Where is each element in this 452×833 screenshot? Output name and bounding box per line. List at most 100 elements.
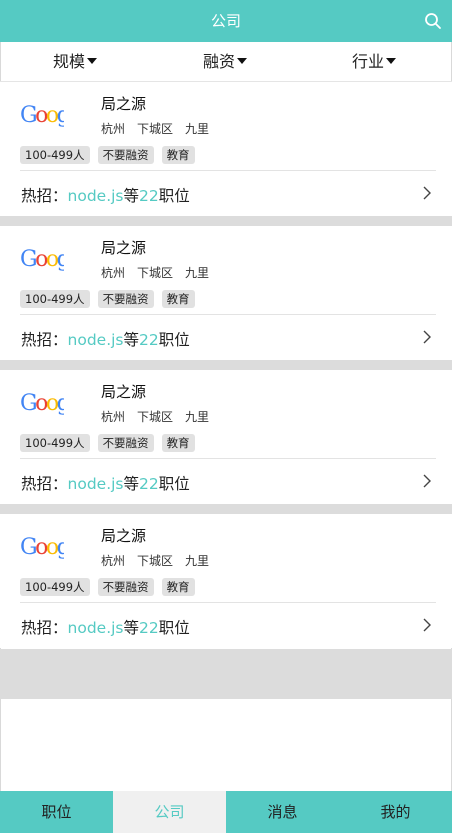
tag-funding: 不要融资 xyxy=(97,578,154,596)
bottom-tab-bar: 职位 公司 消息 我的 xyxy=(0,791,452,833)
tag-size: 100-499人 xyxy=(20,146,90,164)
filter-bar: 规模 融资 行业 xyxy=(0,42,452,82)
hot-prefix: 热招： xyxy=(21,475,68,493)
tab-jobs[interactable]: 职位 xyxy=(0,791,113,833)
company-location: 杭州 下城区 九里 xyxy=(101,408,221,425)
card-separator xyxy=(0,504,452,514)
company-card[interactable]: Google 局之源 杭州下城区九里 100-499人不要融资教育 热招：nod… xyxy=(0,514,452,648)
caret-down-icon xyxy=(87,57,98,64)
company-location: 杭州 下城区 九里 xyxy=(101,264,221,281)
company-tags: 100-499人 不要融资 教育 xyxy=(20,432,203,452)
location-city: 杭州 xyxy=(101,410,126,424)
company-card[interactable]: Google 局之源 杭州下城区九里 100-499人不要融资教育 热招：nod… xyxy=(0,226,452,360)
location-city: 杭州 xyxy=(101,266,126,280)
chevron-right-icon[interactable] xyxy=(422,474,432,488)
hot-suffix: 职位 xyxy=(158,619,190,637)
company-location: 杭州 下城区 九里 xyxy=(101,120,221,137)
hot-skill: node.js xyxy=(67,619,124,637)
filter-industry-label: 行业 xyxy=(352,52,385,71)
search-icon[interactable] xyxy=(424,12,442,30)
card-separator xyxy=(0,360,452,370)
chevron-right-icon[interactable] xyxy=(422,186,432,200)
tab-companies[interactable]: 公司 xyxy=(113,791,226,833)
tag-size: 100-499人 xyxy=(20,578,90,596)
hot-count: 22 xyxy=(139,331,159,349)
tag-size: 100-499人 xyxy=(20,290,90,308)
caret-down-icon xyxy=(237,57,248,64)
svg-text:Google: Google xyxy=(20,391,64,416)
hot-skill: node.js xyxy=(67,331,124,349)
hot-mid: 等 xyxy=(123,619,140,637)
hot-jobs: 热招：node.js等22职位 xyxy=(21,184,190,206)
card-divider xyxy=(20,602,436,603)
hot-mid: 等 xyxy=(123,331,140,349)
company-name: 局之源 xyxy=(101,527,147,545)
hot-jobs: 热招：node.js等22职位 xyxy=(21,328,190,350)
google-logo: Google xyxy=(20,103,64,128)
tag-industry: 教育 xyxy=(161,434,195,452)
location-city: 杭州 xyxy=(101,122,126,136)
hot-jobs: 热招：node.js等22职位 xyxy=(21,472,190,494)
hot-count: 22 xyxy=(139,475,159,493)
company-name: 局之源 xyxy=(101,239,147,257)
google-logo: Google xyxy=(20,247,64,272)
card-divider xyxy=(20,314,436,315)
location-city: 杭州 xyxy=(101,554,126,568)
location-district: 下城区 xyxy=(137,266,174,280)
tag-industry: 教育 xyxy=(161,290,195,308)
company-list: Google 局之源 杭州下城区九里 100-499人不要融资教育 热招：nod… xyxy=(0,82,452,648)
hot-count: 22 xyxy=(139,619,159,637)
svg-text:Google: Google xyxy=(20,535,64,560)
location-area: 九里 xyxy=(185,554,210,568)
hot-suffix: 职位 xyxy=(158,187,190,205)
card-divider xyxy=(20,170,436,171)
location-area: 九里 xyxy=(185,266,210,280)
list-footer-filler xyxy=(0,649,452,699)
chevron-right-icon[interactable] xyxy=(422,618,432,632)
hot-jobs: 热招：node.js等22职位 xyxy=(21,616,190,638)
hot-prefix: 热招： xyxy=(21,331,68,349)
svg-text:Google: Google xyxy=(20,103,64,128)
filter-funding[interactable]: 融资 xyxy=(203,42,248,82)
hot-prefix: 热招： xyxy=(21,187,68,205)
hot-mid: 等 xyxy=(123,187,140,205)
card-divider xyxy=(20,458,436,459)
company-card[interactable]: Google 局之源 杭州下城区九里 100-499人不要融资教育 热招：nod… xyxy=(0,370,452,504)
caret-down-icon xyxy=(386,57,397,64)
company-name: 局之源 xyxy=(101,95,147,113)
hot-skill: node.js xyxy=(67,187,124,205)
location-district: 下城区 xyxy=(137,554,174,568)
hot-suffix: 职位 xyxy=(158,331,190,349)
page-title: 公司 xyxy=(210,12,241,30)
tag-industry: 教育 xyxy=(161,578,195,596)
svg-text:Google: Google xyxy=(20,247,64,272)
google-logo: Google xyxy=(20,535,64,560)
tag-size: 100-499人 xyxy=(20,434,90,452)
filter-funding-label: 融资 xyxy=(203,52,236,71)
tag-funding: 不要融资 xyxy=(97,290,154,308)
hot-suffix: 职位 xyxy=(158,475,190,493)
company-name: 局之源 xyxy=(101,383,147,401)
tag-funding: 不要融资 xyxy=(97,146,154,164)
filter-industry[interactable]: 行业 xyxy=(352,42,397,82)
company-location: 杭州 下城区 九里 xyxy=(101,552,221,569)
tag-funding: 不要融资 xyxy=(97,434,154,452)
filter-scale[interactable]: 规模 xyxy=(53,42,98,82)
company-card[interactable]: Google 局之源 杭州下城区九里 100-499人不要融资教育 热招：nod… xyxy=(0,82,452,216)
hot-mid: 等 xyxy=(123,475,140,493)
filter-scale-label: 规模 xyxy=(53,52,86,71)
location-district: 下城区 xyxy=(137,410,174,424)
company-tags: 100-499人 不要融资 教育 xyxy=(20,144,203,164)
card-separator xyxy=(0,216,452,226)
tag-industry: 教育 xyxy=(161,146,195,164)
hot-count: 22 xyxy=(139,187,159,205)
location-district: 下城区 xyxy=(137,122,174,136)
google-logo: Google xyxy=(20,391,64,416)
company-tags: 100-499人 不要融资 教育 xyxy=(20,576,203,596)
company-tags: 100-499人 不要融资 教育 xyxy=(20,288,203,308)
tab-me[interactable]: 我的 xyxy=(339,791,452,833)
tab-messages[interactable]: 消息 xyxy=(226,791,339,833)
hot-skill: node.js xyxy=(67,475,124,493)
chevron-right-icon[interactable] xyxy=(422,330,432,344)
top-bar: 公司 xyxy=(0,0,452,42)
